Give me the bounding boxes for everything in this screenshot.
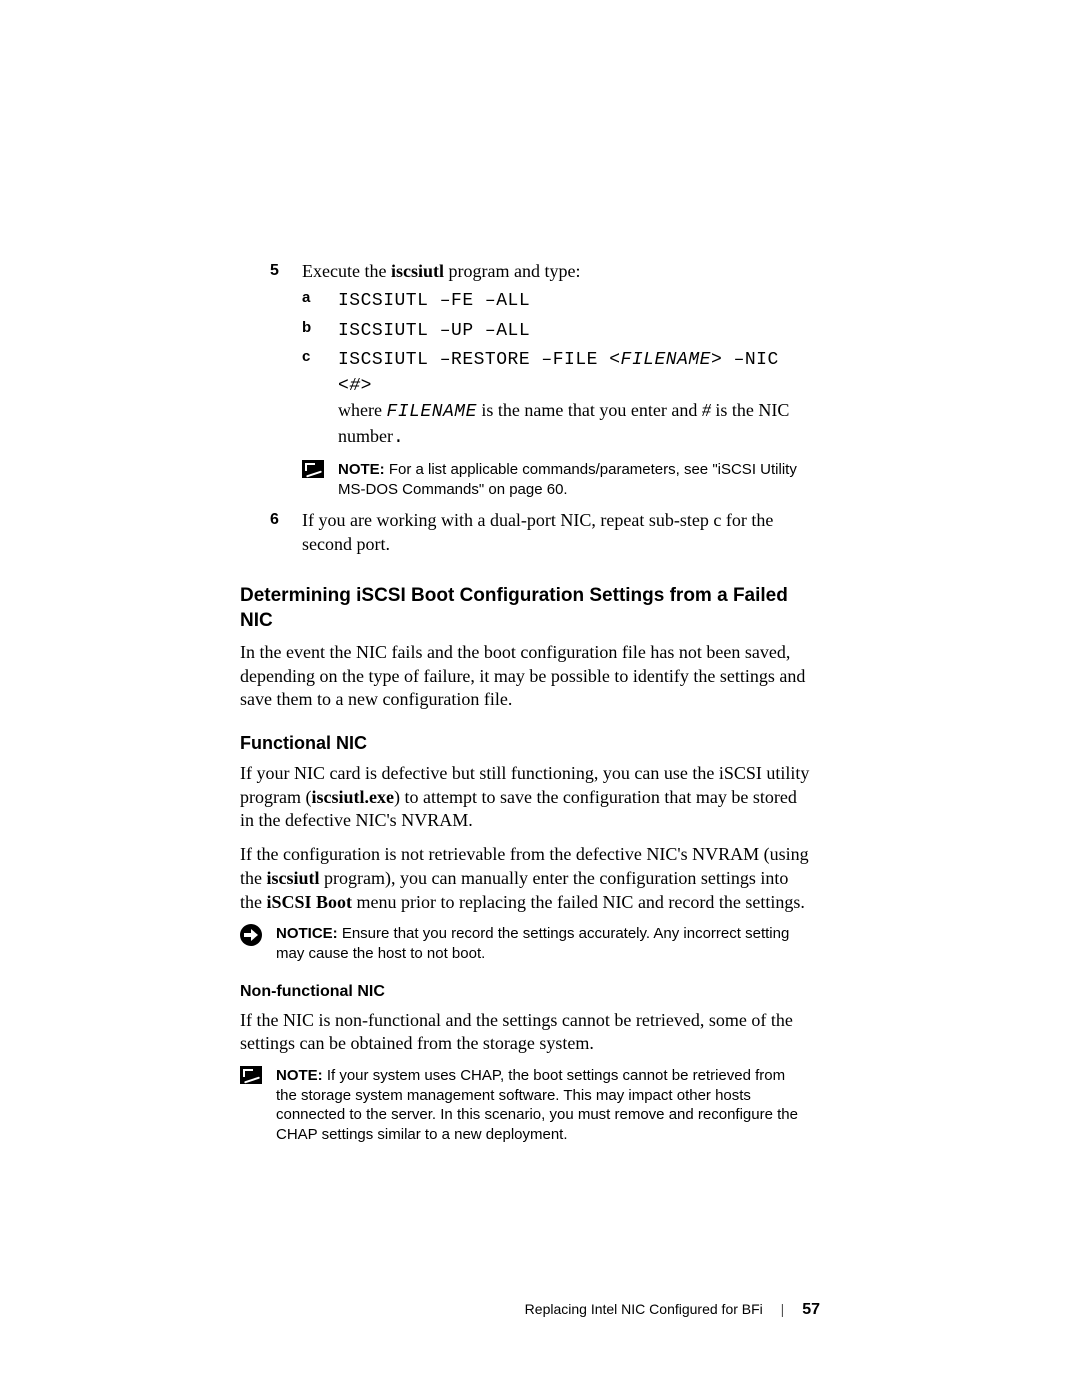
program-name: iscsiutl bbox=[391, 261, 444, 281]
substep-b: b ISCSIUTL –UP –ALL bbox=[302, 318, 810, 344]
para-functional-1: If your NIC card is defective but still … bbox=[240, 762, 810, 833]
para-nonfunctional: If the NIC is non-functional and the set… bbox=[240, 1009, 810, 1057]
substep-c-desc: where FILENAME is the name that you ente… bbox=[338, 399, 810, 451]
notice-icon bbox=[240, 924, 262, 946]
text: program and type: bbox=[444, 261, 580, 281]
step-number: 6 bbox=[270, 509, 279, 530]
text: ISCSIUTL –RESTORE –FILE < bbox=[338, 350, 621, 370]
placeholder: FILENAME bbox=[621, 350, 711, 370]
text: . bbox=[393, 428, 404, 448]
text: Execute the bbox=[302, 261, 391, 281]
text: > bbox=[361, 376, 372, 396]
note-icon bbox=[302, 460, 324, 480]
footer-separator: | bbox=[781, 1301, 785, 1317]
substep-letter: c bbox=[302, 347, 310, 367]
heading-nonfunctional-nic: Non-functional NIC bbox=[240, 981, 810, 1002]
heading-determining: Determining iSCSI Boot Configuration Set… bbox=[240, 583, 810, 633]
para-functional-2: If the configuration is not retrievable … bbox=[240, 843, 810, 914]
command-text: ISCSIUTL –RESTORE –FILE <FILENAME> –NIC … bbox=[338, 348, 779, 394]
step-6: 6 If you are working with a dual-port NI… bbox=[270, 509, 810, 557]
placeholder: # bbox=[349, 376, 360, 396]
notice-label: NOTICE: bbox=[276, 925, 338, 942]
text: is the name that you enter and bbox=[477, 400, 702, 420]
main-content: 5 Execute the iscsiutl program and type:… bbox=[270, 260, 810, 1144]
note-label: NOTE: bbox=[276, 1067, 323, 1084]
step-5-intro: Execute the iscsiutl program and type: bbox=[302, 261, 580, 281]
note-icon bbox=[240, 1066, 262, 1086]
note-block: NOTE: For a list applicable commands/par… bbox=[302, 460, 810, 499]
notice-text: Ensure that you record the settings accu… bbox=[276, 925, 789, 962]
command-text: ISCSIUTL –UP –ALL bbox=[338, 321, 530, 341]
note-block-2: NOTE: If your system uses CHAP, the boot… bbox=[240, 1066, 810, 1144]
program-name: iscsiutl bbox=[267, 868, 320, 888]
note-text: If your system uses CHAP, the boot setti… bbox=[276, 1067, 798, 1143]
note-label: NOTE: bbox=[338, 461, 385, 478]
heading-functional-nic: Functional NIC bbox=[240, 732, 810, 756]
command-text: ISCSIUTL –FE –ALL bbox=[338, 291, 530, 311]
page-footer: Replacing Intel NIC Configured for BFi |… bbox=[0, 1301, 1080, 1319]
menu-name: iSCSI Boot bbox=[267, 892, 353, 912]
step-6-text: If you are working with a dual-port NIC,… bbox=[302, 510, 773, 554]
document-page: 5 Execute the iscsiutl program and type:… bbox=[0, 0, 1080, 1397]
substep-letter: b bbox=[302, 318, 311, 338]
page-number: 57 bbox=[802, 1301, 820, 1318]
footer-title: Replacing Intel NIC Configured for BFi bbox=[525, 1301, 763, 1317]
note-text: For a list applicable commands/parameter… bbox=[338, 461, 797, 498]
program-name: iscsiutl.exe bbox=[311, 787, 394, 807]
notice-block: NOTICE: Ensure that you record the setti… bbox=[240, 924, 810, 963]
placeholder: # bbox=[702, 400, 711, 420]
text: where bbox=[338, 400, 386, 420]
placeholder: FILENAME bbox=[386, 402, 476, 422]
para-determining: In the event the NIC fails and the boot … bbox=[240, 641, 810, 712]
substep-a: a ISCSIUTL –FE –ALL bbox=[302, 288, 810, 314]
substep-c: c ISCSIUTL –RESTORE –FILE <FILENAME> –NI… bbox=[302, 347, 810, 450]
step-number: 5 bbox=[270, 260, 279, 281]
substep-letter: a bbox=[302, 288, 310, 308]
text: menu prior to replacing the failed NIC a… bbox=[352, 892, 805, 912]
step-5: 5 Execute the iscsiutl program and type:… bbox=[270, 260, 810, 499]
